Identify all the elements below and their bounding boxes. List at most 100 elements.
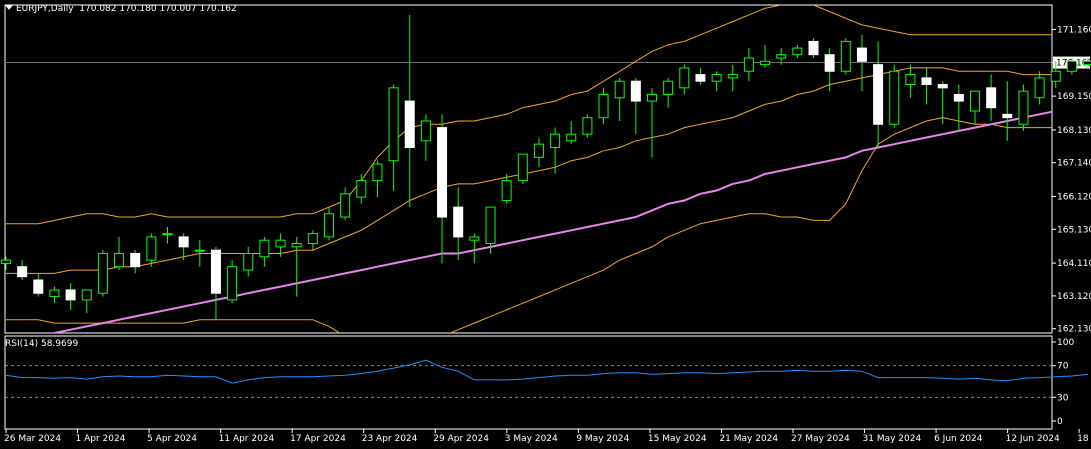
candle-body-bull [517, 153, 528, 182]
candle-body-bull [1083, 60, 1091, 66]
price-tick-label: 166.120 [1057, 192, 1091, 202]
candle-body-bear [453, 206, 464, 238]
candle[interactable] [1002, 81, 1013, 141]
candle[interactable] [356, 173, 367, 204]
candle[interactable] [324, 207, 334, 241]
candle[interactable] [550, 127, 561, 174]
time-tick-label: 31 May 2024 [863, 434, 922, 444]
candle-body-bull [889, 70, 900, 125]
candle-body-bull [533, 143, 544, 158]
candle-body-bull [469, 236, 480, 241]
candle[interactable] [679, 64, 690, 95]
candle[interactable] [49, 286, 60, 304]
candle[interactable] [420, 114, 431, 161]
time-tick-label: 12 Jun 2024 [1006, 434, 1060, 444]
candle[interactable] [291, 236, 302, 297]
candle-body-bull [598, 93, 609, 119]
candle[interactable] [437, 114, 448, 264]
candle[interactable] [647, 87, 657, 158]
candle-body-bear [921, 77, 932, 86]
time-tick-label: 9 May 2024 [576, 434, 629, 444]
candle[interactable] [743, 48, 754, 82]
candle[interactable] [340, 187, 351, 221]
candle[interactable] [873, 41, 884, 148]
candle[interactable] [227, 260, 238, 304]
price-tick-label: 167.140 [1057, 159, 1091, 169]
candle[interactable] [307, 230, 318, 251]
candle[interactable] [97, 250, 108, 297]
candle[interactable] [663, 77, 674, 108]
candle[interactable] [33, 273, 44, 297]
candle[interactable] [453, 187, 464, 261]
time-tick-label: 26 Mar 2024 [4, 434, 61, 444]
candle[interactable] [469, 233, 480, 264]
time-tick-label: 11 Apr 2024 [219, 434, 275, 444]
candle[interactable] [259, 236, 270, 267]
time-tick-label: 15 May 2024 [648, 434, 707, 444]
candle[interactable] [582, 114, 593, 138]
price-tick-label: 168.130 [1057, 126, 1091, 136]
time-tick-label: 17 Apr 2024 [290, 434, 346, 444]
candle-body-bear [856, 47, 867, 62]
price-tick-label: 162.130 [1057, 325, 1091, 335]
candle[interactable] [1018, 84, 1029, 131]
candle[interactable] [824, 48, 835, 92]
candlestick-series[interactable] [1, 14, 1091, 320]
candle[interactable] [533, 137, 544, 168]
candle[interactable] [210, 246, 221, 320]
candle[interactable] [162, 226, 173, 244]
candle[interactable] [727, 64, 738, 92]
candle[interactable] [146, 233, 157, 267]
candle[interactable] [114, 236, 125, 271]
candle-body-bull [259, 239, 270, 258]
candle[interactable] [630, 77, 641, 135]
candle[interactable] [614, 77, 625, 121]
candle[interactable] [921, 67, 932, 105]
candle[interactable] [243, 246, 254, 277]
candle[interactable] [388, 84, 399, 191]
candle[interactable] [1, 256, 11, 271]
candle[interactable] [566, 120, 577, 145]
candle[interactable] [65, 283, 76, 310]
dropdown-triangle-icon[interactable] [5, 5, 13, 10]
candle-body-bull [1050, 70, 1061, 82]
candle[interactable] [81, 289, 92, 314]
candle-body-bull [146, 236, 157, 261]
candle[interactable] [776, 48, 787, 65]
candle[interactable] [970, 90, 980, 125]
candle[interactable] [953, 84, 964, 131]
candle-body-bull [743, 57, 754, 72]
candle[interactable] [1034, 71, 1045, 105]
candle[interactable] [517, 153, 528, 184]
rsi-tick-label: 100 [1057, 338, 1074, 348]
candle-body-bear [65, 289, 76, 301]
candle[interactable] [711, 71, 722, 92]
candle[interactable] [404, 14, 415, 208]
candle[interactable] [372, 160, 383, 198]
candle[interactable] [889, 64, 900, 128]
candle[interactable] [695, 67, 706, 85]
rsi-value: 58.9699 [40, 339, 79, 349]
price-tick-label: 171.160 [1057, 26, 1091, 36]
candle[interactable] [792, 44, 803, 59]
candle[interactable] [760, 44, 771, 68]
rsi-tick-label: 30 [1057, 393, 1069, 403]
time-tick-label: 29 Apr 2024 [433, 434, 489, 444]
candle-body-bear [178, 236, 189, 248]
candle-body-bull [420, 120, 431, 142]
candle-body-bear [17, 266, 28, 278]
candle[interactable] [598, 87, 609, 125]
candle-body-bull [582, 117, 593, 135]
candle[interactable] [840, 38, 851, 75]
candle[interactable] [17, 260, 28, 280]
candle-body-bear [130, 252, 141, 268]
symbol-label: EURJPY,Daily [16, 4, 74, 14]
candle[interactable] [130, 250, 141, 274]
candle-body-bull [340, 193, 351, 218]
candle[interactable] [905, 64, 916, 98]
candle[interactable] [808, 38, 819, 59]
candle-body-bull [550, 133, 561, 148]
candle-body-bull [1066, 60, 1077, 72]
candle-body-bull [227, 266, 238, 301]
candle[interactable] [986, 74, 997, 121]
